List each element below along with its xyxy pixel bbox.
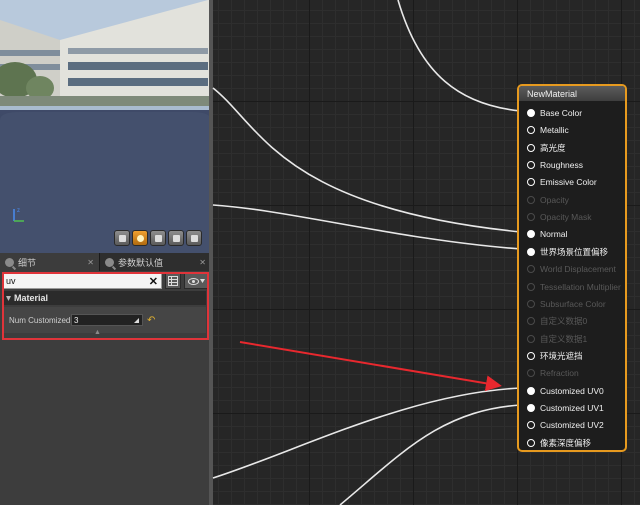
annotation-arrow <box>239 341 502 392</box>
